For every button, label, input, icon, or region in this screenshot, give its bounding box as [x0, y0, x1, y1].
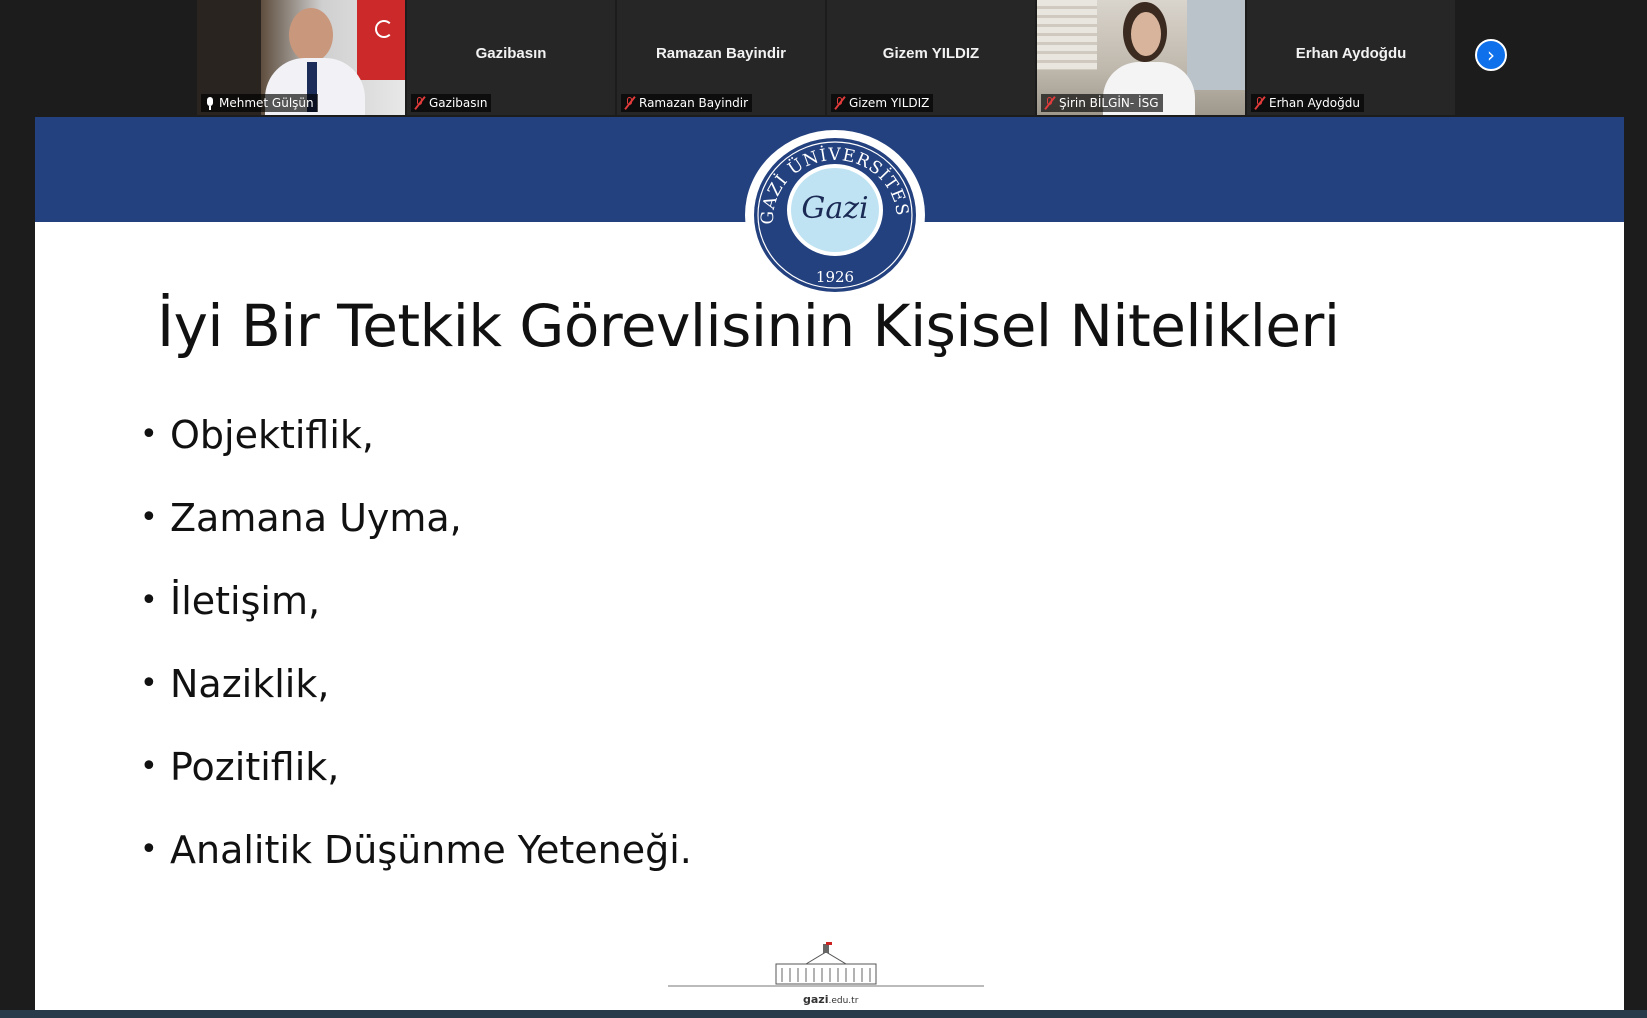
- participant-name-label: Gazibasın: [411, 94, 492, 112]
- microphone-icon: [204, 96, 216, 110]
- slide-title: İyi Bir Tetkik Görevlisinin Kişisel Nite…: [157, 292, 1340, 360]
- participant-name-label: Erhan Aydoğdu: [1251, 94, 1364, 112]
- microphone-muted-icon: [414, 96, 426, 110]
- participant-display-name: Erhan Aydoğdu: [1295, 45, 1407, 62]
- bullet-icon: •: [140, 500, 158, 535]
- bullet-icon: •: [140, 666, 158, 701]
- participant-display-name: Ramazan Bayindir: [655, 45, 787, 62]
- university-seal-logo: GAZİ ÜNİVERSİTESİ Gazi 1926: [745, 130, 925, 300]
- list-item: • Analitik Düşünme Yeteneği.: [140, 822, 692, 905]
- microphone-muted-icon: [834, 96, 846, 110]
- window-bottom-edge: [0, 1010, 1647, 1018]
- bullet-icon: •: [140, 749, 158, 784]
- next-participants-button[interactable]: ›: [1475, 39, 1507, 71]
- participant-tile-5[interactable]: Erhan Aydoğdu Erhan Aydoğdu: [1247, 0, 1455, 115]
- participant-tile-1[interactable]: Gazibasın Gazibasın: [407, 0, 615, 115]
- participant-name-label: Şirin BİLGİN- İSG: [1041, 94, 1163, 112]
- footer-brand: gazi.edu.tr: [803, 993, 859, 1006]
- bullet-icon: •: [140, 583, 158, 618]
- microphone-muted-icon: [1044, 96, 1056, 110]
- participant-tile-4[interactable]: Şirin BİLGİN- İSG: [1037, 0, 1245, 115]
- bullet-icon: •: [140, 832, 158, 867]
- list-item: • Naziklik,: [140, 656, 692, 739]
- participant-tile-0[interactable]: Mehmet Gülşün: [197, 0, 405, 115]
- participant-name-label: Gizem YILDIZ: [831, 94, 934, 112]
- participant-tile-2[interactable]: Ramazan Bayindir Ramazan Bayindir: [617, 0, 825, 115]
- bullet-list: • Objektiflik, • Zamana Uyma, • İletişim, •…: [140, 407, 692, 905]
- participant-display-name: Gazibasın: [475, 45, 547, 62]
- microphone-muted-icon: [624, 96, 636, 110]
- list-item: • İletişim,: [140, 573, 692, 656]
- participant-name-label: Ramazan Bayindir: [621, 94, 753, 112]
- participant-name-label: Mehmet Gülşün: [201, 94, 318, 112]
- chevron-right-icon: ›: [1487, 43, 1495, 67]
- seal-script: Gazi: [801, 191, 868, 226]
- microphone-muted-icon: [1254, 96, 1266, 110]
- participant-tile-3[interactable]: Gizem YILDIZ Gizem YILDIZ: [827, 0, 1035, 115]
- list-item: • Objektiflik,: [140, 407, 692, 490]
- bullet-icon: •: [140, 417, 158, 452]
- list-item: • Pozitiflik,: [140, 739, 692, 822]
- shared-slide: GAZİ ÜNİVERSİTESİ Gazi 1926 İyi Bir Tetk…: [35, 117, 1624, 1010]
- seal-year: 1926: [816, 268, 854, 286]
- participant-display-name: Gizem YILDIZ: [882, 45, 980, 62]
- list-item: • Zamana Uyma,: [140, 490, 692, 573]
- participant-strip: Mehmet Gülşün Gazibasın Gazibasın Ramaza…: [197, 0, 1461, 116]
